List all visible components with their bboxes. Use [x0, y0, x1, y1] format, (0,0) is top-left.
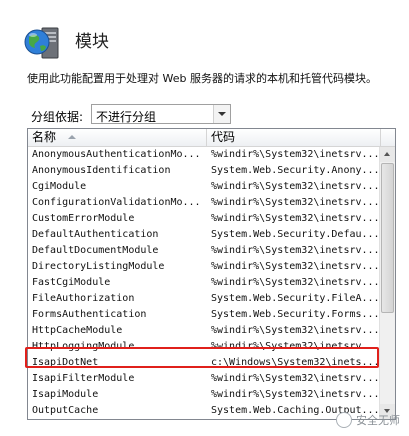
column-header-code[interactable]: 代码 [207, 129, 381, 146]
module-name-cell: DefaultAuthentication [32, 229, 159, 240]
table-row[interactable]: AnonymousAuthenticationMo... %windir%\Sys… [28, 147, 381, 163]
module-code-cell: %windir%\System32\inetsrv... [211, 197, 380, 208]
module-code-cell: System.Web.Security.Forms... [211, 309, 380, 320]
table-row[interactable]: CgiModule %windir%\System32\inetsrv... [28, 179, 381, 195]
module-code-cell: %windir%\System32\inetsrv... [211, 213, 380, 224]
watermark-text: 安全无师 [356, 414, 400, 427]
table-row[interactable]: AnonymousIdentification System.Web.Securi… [28, 163, 381, 179]
module-code-cell: %windir%\System32\inetsrv... [211, 389, 380, 400]
logo-icon [336, 412, 352, 428]
column-header-code-label: 代码 [211, 130, 236, 144]
module-code-cell: %windir%\System32\inetsrv... [211, 261, 380, 272]
table-row[interactable]: FormsAuthentication System.Web.Security.F… [28, 307, 381, 323]
module-name-cell: FastCgiModule [32, 277, 111, 288]
table-row[interactable]: CustomErrorModule %windir%\System32\inets… [28, 211, 381, 227]
group-by-value: 不进行分组 [96, 110, 157, 124]
module-code-cell: %windir%\System32\inetsrv... [211, 277, 380, 288]
module-code-cell: %windir%\System32\inetsrv... [211, 149, 380, 160]
table-row[interactable]: FastCgiModule %windir%\System32\inetsrv..… [28, 275, 381, 291]
module-name-cell: OutputCache [32, 405, 99, 416]
table-row[interactable]: FileAuthorization System.Web.Security.Fil… [28, 291, 381, 307]
module-name-cell: CgiModule [32, 181, 87, 192]
module-code-cell: System.Web.Security.FileA... [211, 293, 380, 304]
scroll-thumb[interactable] [381, 163, 394, 313]
module-name-cell: AnonymousAuthenticationMo... [32, 149, 201, 160]
globe-server-icon [24, 27, 59, 59]
sort-ascending-icon [68, 135, 76, 139]
table-body: AnonymousAuthenticationMo... %windir%\Sys… [28, 147, 381, 419]
table-row[interactable]: HttpCacheModule %windir%\System32\inetsrv… [28, 323, 381, 339]
page-title: 模块 [75, 32, 109, 52]
table-header: 名称 代码 [28, 129, 395, 147]
module-name-cell: IsapiModule [32, 389, 99, 400]
table-row[interactable]: OutputCache System.Web.Caching.Output... [28, 403, 381, 419]
column-header-name-label: 名称 [32, 130, 57, 144]
module-code-cell: %windir%\System32\inetsrv... [211, 181, 380, 192]
module-name-cell: FileAuthorization [32, 293, 135, 304]
group-by-select[interactable]: 不进行分组 [91, 104, 231, 124]
module-name-cell: CustomErrorModule [32, 213, 135, 224]
module-name-cell: FormsAuthentication [32, 309, 147, 320]
chevron-down-icon[interactable] [213, 105, 230, 123]
module-code-cell: %windir%\System32\inetsrv... [211, 325, 380, 336]
module-name-cell: DirectoryListingModule [32, 261, 165, 272]
table-row[interactable]: IsapiFilterModule %windir%\System32\inets… [28, 371, 381, 387]
module-code-cell: %windir%\System32\inetsrv... [211, 373, 380, 384]
module-name-cell: DefaultDocumentModule [32, 245, 159, 256]
table-row[interactable]: DefaultDocumentModule %windir%\System32\i… [28, 243, 381, 259]
module-code-cell: System.Web.Security.Defau... [211, 229, 380, 240]
page-description: 使用此功能配置用于处理对 Web 服务器的请求的本机和托管代码模块。 [27, 72, 377, 85]
module-name-cell: AnonymousIdentification [32, 165, 171, 176]
highlight-box [25, 347, 379, 368]
table-row[interactable]: DirectoryListingModule %windir%\System32\… [28, 259, 381, 275]
module-name-cell: IsapiFilterModule [32, 373, 135, 384]
module-code-cell: %windir%\System32\inetsrv... [211, 245, 380, 256]
table-row[interactable]: IsapiModule %windir%\System32\inetsrv... [28, 387, 381, 403]
module-code-cell: System.Web.Security.Anony... [211, 165, 380, 176]
module-name-cell: HttpCacheModule [32, 325, 123, 336]
module-name-cell: ConfigurationValidationMo... [32, 197, 201, 208]
table-row[interactable]: DefaultAuthentication System.Web.Security… [28, 227, 381, 243]
modules-table: 名称 代码 AnonymousAuthenticationMo... %windi… [27, 128, 396, 420]
scroll-up-icon[interactable] [380, 147, 395, 162]
grouping-label: 分组依据: [31, 110, 84, 124]
table-row[interactable]: ConfigurationValidationMo... %windir%\Sys… [28, 195, 381, 211]
column-header-name[interactable]: 名称 [28, 129, 207, 146]
vertical-scrollbar[interactable] [379, 147, 395, 419]
